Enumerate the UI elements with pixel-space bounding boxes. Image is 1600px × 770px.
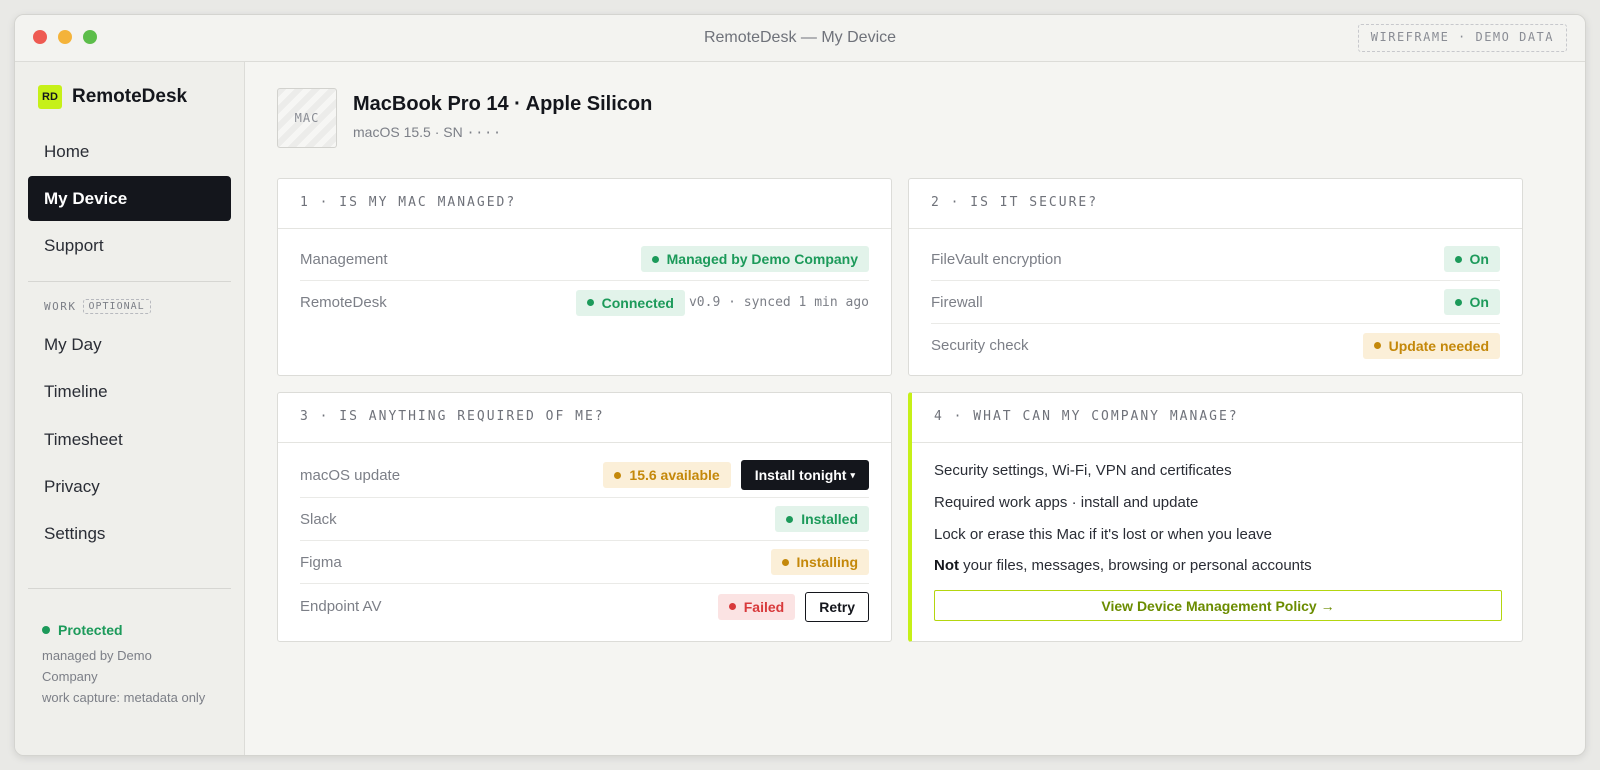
device-serial: ····	[466, 126, 502, 141]
row-firewall: Firewall On	[931, 281, 1500, 324]
card-secure: 2 · IS IT SECURE? FileVault encryption O…	[908, 178, 1523, 376]
manage-line: Security settings, Wi-Fi, VPN and certif…	[934, 462, 1232, 479]
card-managed-title: 1 · IS MY MAC MANAGED?	[278, 179, 891, 229]
app-window: RemoteDesk — My Device WIREFRAME · DEMO …	[14, 14, 1586, 756]
nav-item-timeline[interactable]: Timeline	[28, 369, 231, 414]
status-dot-icon	[1373, 342, 1381, 349]
not-prefix: Not	[934, 557, 959, 574]
status-text: Failed	[743, 598, 785, 615]
status-badge: Update needed	[1362, 332, 1500, 359]
protection-status: Protected managed by Demo Company work c…	[42, 622, 232, 708]
nav-item-my-day[interactable]: My Day	[28, 322, 231, 367]
window-title: RemoteDesk — My Device	[703, 29, 897, 46]
sync-note: v0.9 · synced 1 min ago	[688, 295, 869, 310]
work-label-text: WORK	[44, 300, 77, 313]
device-subtitle: macOS 15.5 · SN ····	[353, 124, 502, 141]
status-text: 15.6 available	[629, 467, 720, 483]
status-dot-icon	[786, 515, 794, 523]
nav-item-support[interactable]: Support	[28, 223, 231, 268]
status-dot-icon	[42, 626, 50, 634]
row-label: macOS update	[300, 466, 401, 484]
row-filevault: FileVault encryption On	[931, 238, 1500, 281]
row-endpoint-av: Endpoint AV Failed Retry	[300, 585, 869, 628]
main-content: MAC MacBook Pro 14 · Apple Silicon macOS…	[246, 62, 1585, 755]
status-badge: Failed	[717, 593, 796, 620]
status-label: Protected	[58, 622, 123, 638]
view-policy-button[interactable]: View Device Management Policy →	[934, 590, 1502, 621]
row-label: Slack	[300, 510, 337, 528]
status-managed-by-company: Company	[42, 669, 98, 684]
status-badge: Managed by Demo Company	[640, 246, 869, 272]
sidebar-divider-bottom	[28, 588, 231, 589]
card-managed: 1 · IS MY MAC MANAGED? Management Manage…	[277, 178, 892, 376]
row-security-check: Security check Update needed	[931, 324, 1500, 367]
status-badge: Connected	[575, 289, 685, 316]
card-secure-title: 2 · IS IT SECURE?	[909, 179, 1522, 229]
row-label: Firewall	[931, 293, 983, 311]
row-remotedesk: RemoteDesk Connected v0.9 · synced 1 min…	[300, 281, 869, 324]
status-protected: Protected	[42, 622, 232, 638]
card-required-title: 3 · IS ANYTHING REQUIRED OF ME?	[278, 393, 891, 443]
status-badge: 15.6 available	[603, 462, 731, 488]
status-managed-by: managed by Demo	[42, 648, 152, 663]
title-bar: RemoteDesk — My Device WIREFRAME · DEMO …	[15, 15, 1585, 62]
nav-item-home[interactable]: Home	[28, 129, 231, 174]
status-badge: On	[1443, 289, 1500, 315]
status-text: Connected	[601, 294, 674, 311]
device-name: MacBook Pro 14 · Apple Silicon	[353, 93, 653, 115]
status-text: On	[1469, 251, 1489, 267]
brand[interactable]: RD RemoteDesk	[38, 85, 187, 109]
status-dot-icon	[586, 299, 594, 306]
status-work-capture: work capture: metadata only	[42, 690, 206, 705]
status-dot-icon	[1454, 298, 1462, 306]
chevron-down-icon: ▾	[850, 469, 855, 480]
row-macos-update: macOS update 15.6 available Install toni…	[300, 453, 869, 498]
nav-item-my-device[interactable]: My Device	[28, 176, 231, 221]
manage-line-not: Not your files, messages, browsing or pe…	[934, 557, 1312, 574]
row-figma: Figma Installing	[300, 541, 869, 584]
card-company: 4 · WHAT CAN MY COMPANY MANAGE? Security…	[908, 392, 1523, 642]
row-label: RemoteDesk	[300, 294, 387, 311]
status-text: Managed by Demo Company	[666, 251, 858, 267]
status-text: Update needed	[1388, 337, 1489, 354]
device-thumbnail: MAC	[277, 88, 337, 148]
status-dot-icon	[781, 558, 789, 566]
optional-badge: OPTIONAL	[82, 299, 151, 314]
brand-logo: RD	[38, 85, 62, 109]
install-tonight-label: Install tonight	[754, 467, 847, 483]
status-text: On	[1469, 294, 1489, 310]
nav-item-timesheet[interactable]: Timesheet	[28, 417, 231, 462]
status-text: Installed	[801, 511, 858, 527]
row-slack: Slack Installed	[300, 498, 869, 541]
retry-button[interactable]: Retry	[805, 591, 869, 622]
status-badge: On	[1443, 246, 1500, 272]
row-label: Management	[300, 250, 388, 268]
row-label: FileVault encryption	[931, 250, 1062, 268]
manage-line: Lock or erase this Mac if it's lost or w…	[934, 526, 1273, 543]
status-dot-icon	[728, 603, 736, 610]
status-badge: Installed	[775, 506, 869, 532]
nav-item-privacy[interactable]: Privacy	[28, 464, 231, 509]
wireframe-badge: WIREFRAME · DEMO DATA	[1357, 24, 1567, 52]
not-rest: your files, messages, browsing or person…	[959, 557, 1312, 574]
install-tonight-button[interactable]: Install tonight ▾	[740, 460, 869, 490]
sidebar: RD RemoteDesk Home My Device Support WOR…	[15, 62, 245, 755]
row-management: Management Managed by Demo Company	[300, 238, 869, 281]
row-label: Endpoint AV	[300, 598, 382, 615]
row-label: Security check	[931, 337, 1029, 354]
status-badge: Installing	[770, 549, 869, 575]
work-section-label: WORK OPTIONAL	[44, 299, 151, 314]
status-dot-icon	[1454, 255, 1462, 263]
status-text: Installing	[796, 554, 858, 570]
card-company-title: 4 · WHAT CAN MY COMPANY MANAGE?	[912, 393, 1522, 443]
nav-item-settings[interactable]: Settings	[28, 511, 231, 556]
brand-name: RemoteDesk	[72, 86, 188, 107]
device-os: macOS 15.5 · SN	[353, 124, 463, 140]
row-label: Figma	[300, 553, 342, 571]
status-dot-icon	[614, 471, 622, 479]
status-dot-icon	[651, 255, 659, 263]
sidebar-divider	[28, 281, 231, 282]
manage-line: Required work apps · install and update	[934, 494, 1199, 511]
card-required: 3 · IS ANYTHING REQUIRED OF ME? macOS up…	[277, 392, 892, 642]
